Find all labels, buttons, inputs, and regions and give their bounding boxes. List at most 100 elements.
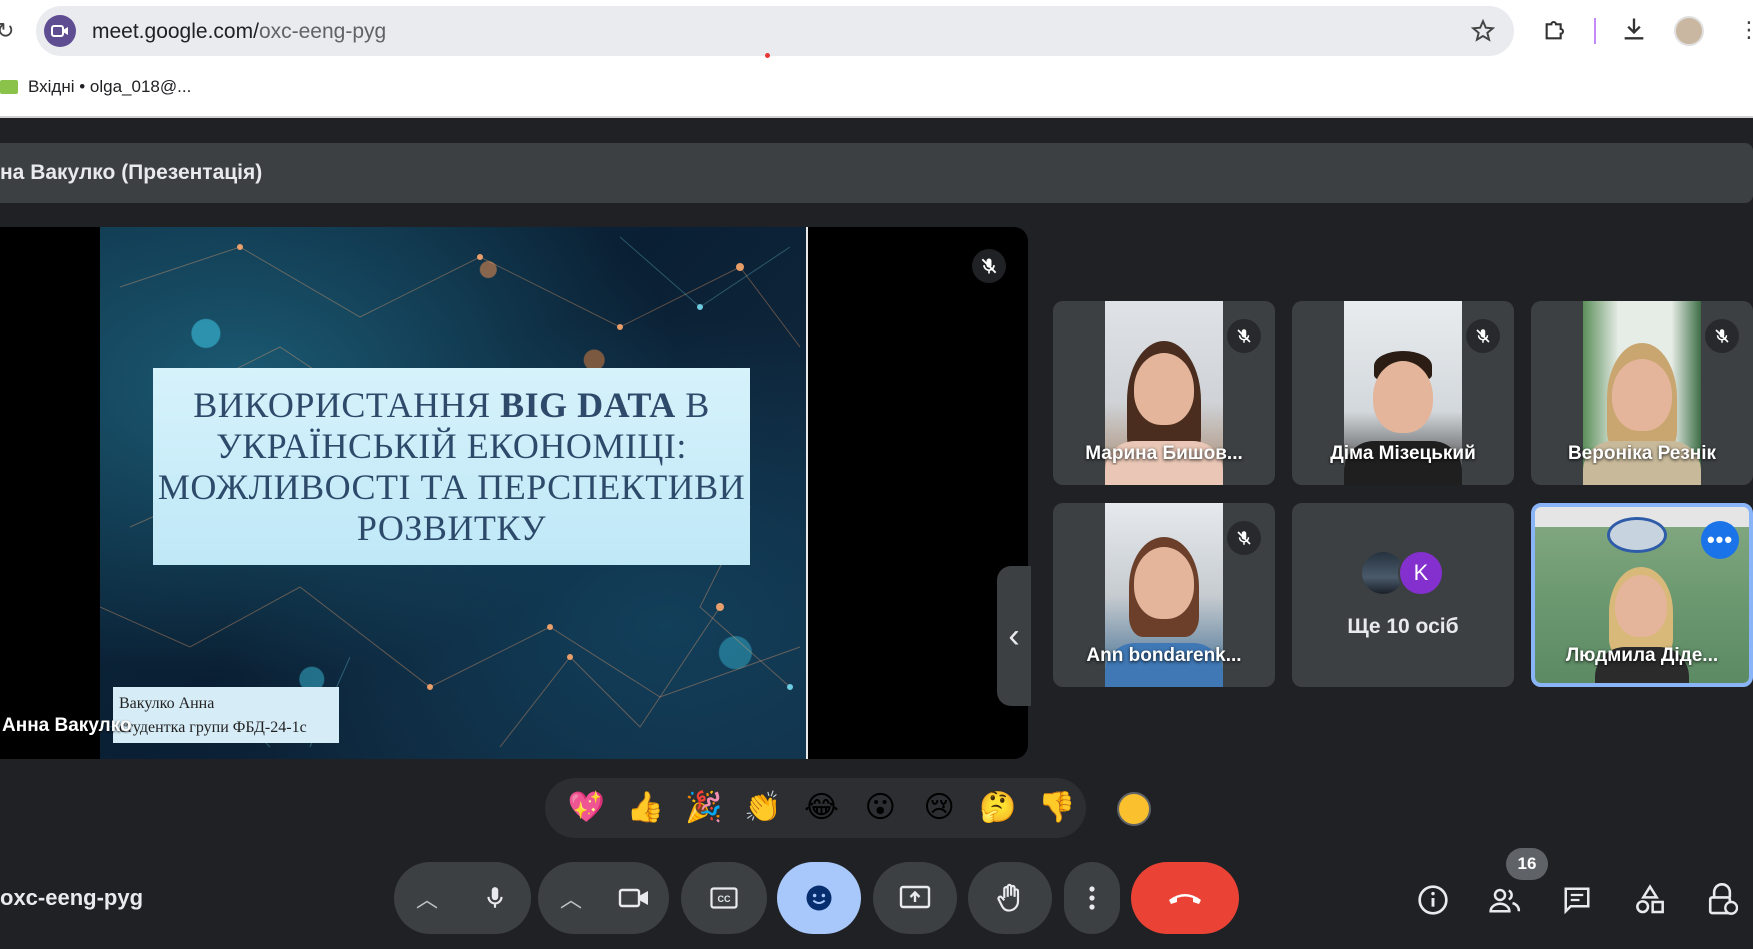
- activities-icon: [1636, 884, 1664, 914]
- reactions-button[interactable]: [777, 862, 861, 934]
- bookmark-label: Вхідні • olga_018@...: [28, 77, 192, 96]
- reaction-party-popper[interactable]: 🎉: [675, 778, 734, 838]
- download-icon[interactable]: [1620, 15, 1648, 48]
- chrome-menu-icon[interactable]: ⋮: [1738, 17, 1753, 43]
- reactions-bar: 💖 👍 🎉 👏 😂 😮 😢 🤔 👎: [545, 778, 1086, 838]
- info-icon: [1418, 885, 1448, 915]
- svg-text:CC: CC: [718, 894, 731, 904]
- participant-name: Діма Мізецький: [1330, 443, 1476, 464]
- present-screen-button[interactable]: [873, 862, 957, 934]
- toolbar-separator: [1594, 18, 1596, 44]
- participant-tile-active[interactable]: ••• Людмила Діде...: [1531, 503, 1753, 687]
- reaction-sparkling-heart[interactable]: 💖: [557, 778, 616, 838]
- participant-tile[interactable]: Вероніка Резнік: [1531, 301, 1753, 485]
- present-screen-icon: [899, 885, 931, 909]
- profile-avatar[interactable]: [1674, 16, 1704, 46]
- mic-off-icon: [1705, 319, 1739, 353]
- slide-title-box: ВИКОРИСТАННЯ BIG DATA В УКРАЇНСЬКІЙ ЕКОН…: [153, 368, 750, 565]
- end-call-icon: [1169, 894, 1201, 904]
- camera-options-chevron-icon[interactable]: ︿: [560, 882, 582, 914]
- slide-content: ВИКОРИСТАННЯ BIG DATA В УКРАЇНСЬКІЙ ЕКОН…: [100, 227, 806, 759]
- people-button[interactable]: [1485, 880, 1525, 920]
- chat-button[interactable]: [1557, 880, 1597, 920]
- participant-face: [1373, 361, 1433, 433]
- leave-call-button[interactable]: [1131, 862, 1239, 934]
- captions-button[interactable]: CC: [681, 862, 767, 934]
- presentation-bar: на Вакулко (Презентація): [0, 143, 1753, 203]
- url-host: meet.google.com/: [92, 20, 259, 43]
- reaction-crying[interactable]: 😢: [910, 778, 969, 838]
- activities-button[interactable]: [1630, 880, 1670, 920]
- camera-icon: [618, 888, 648, 908]
- slide-title-bold: BIG DATA: [500, 384, 676, 425]
- slide-author-name: Вакулко Анна: [119, 695, 215, 712]
- reaction-clapping[interactable]: 👏: [733, 778, 792, 838]
- reaction-surprised[interactable]: 😮: [851, 778, 910, 838]
- participant-name: Людмила Діде...: [1565, 645, 1719, 666]
- participant-name: Марина Бишов...: [1085, 443, 1243, 464]
- participant-tile[interactable]: Ann bondarenk...: [1053, 503, 1275, 687]
- meet-site-icon: [44, 15, 76, 47]
- slide-title: ВИКОРИСТАННЯ BIG DATA В УКРАЇНСЬКІЙ ЕКОН…: [153, 385, 750, 549]
- participant-tile[interactable]: Марина Бишов...: [1053, 301, 1275, 485]
- participant-tile[interactable]: Діма Мізецький: [1292, 301, 1514, 485]
- raise-hand-icon: [997, 883, 1020, 912]
- slide-author-box: Вакулко Анна студентка групи ФБД-24-1с: [113, 687, 339, 743]
- participant-name: Вероніка Резнік: [1567, 443, 1717, 464]
- microphone-button[interactable]: [459, 862, 531, 934]
- participant-avatar-letter: K: [1398, 550, 1444, 596]
- skin-tone-button[interactable]: [1117, 792, 1151, 826]
- participant-face: [1134, 547, 1194, 619]
- emblem-graphic: [1607, 517, 1667, 553]
- url-text: meet.google.com/oxc-eeng-pyg: [92, 20, 386, 44]
- url-path: oxc-eeng-pyg: [258, 20, 387, 43]
- more-options-button[interactable]: •••: [1701, 521, 1739, 559]
- reaction-joy[interactable]: 😂: [792, 778, 851, 838]
- mic-off-icon: [1227, 521, 1261, 555]
- reaction-thumbs-up[interactable]: 👍: [616, 778, 675, 838]
- more-vert-icon: [1089, 886, 1095, 910]
- participant-face: [1615, 575, 1667, 637]
- mic-off-icon: [972, 249, 1006, 283]
- participant-name: Ann bondarenk...: [1086, 645, 1242, 666]
- participant-count-badge: 16: [1506, 848, 1548, 880]
- slide-author-group: студентка групи ФБД-24-1с: [119, 719, 307, 736]
- chevron-left-icon: ‹: [1008, 616, 1020, 655]
- presentation-title: на Вакулко (Презентація): [0, 161, 263, 184]
- raise-hand-button[interactable]: [968, 862, 1052, 934]
- slide-title-part1: ВИКОРИСТАННЯ: [193, 384, 501, 425]
- meeting-code: oxc-eeng-pyg: [0, 885, 144, 910]
- camera-control-group: ︿: [538, 862, 669, 934]
- chrome-divider: [0, 116, 1753, 118]
- collapse-sidebar-button[interactable]: ‹: [997, 566, 1031, 706]
- host-controls-icon: [1708, 883, 1738, 915]
- mic-off-icon: [1466, 319, 1500, 353]
- camera-button[interactable]: [598, 862, 670, 934]
- host-controls-button[interactable]: [1702, 880, 1742, 920]
- more-participants-label: Ще 10 осіб: [1347, 615, 1459, 638]
- more-options-button[interactable]: [1064, 862, 1120, 934]
- presentation-tile[interactable]: ВИКОРИСТАННЯ BIG DATA В УКРАЇНСЬКІЙ ЕКОН…: [0, 227, 1028, 759]
- more-avatars: K: [1362, 550, 1444, 596]
- more-participants-tile[interactable]: K Ще 10 осіб: [1292, 503, 1514, 687]
- bookmark-inbox[interactable]: Вхідні • olga_018@...: [0, 74, 191, 100]
- people-icon: [1489, 888, 1521, 913]
- emoji-icon: [806, 885, 832, 911]
- participant-face: [1612, 359, 1672, 431]
- mic-control-group: ︿: [394, 862, 531, 934]
- recording-dot: [765, 53, 770, 58]
- mic-off-icon: [1227, 319, 1261, 353]
- mic-options-chevron-icon[interactable]: ︿: [416, 882, 438, 914]
- reload-icon[interactable]: ↻: [0, 18, 14, 44]
- gmail-bookmark-icon: [0, 80, 18, 94]
- reaction-thinking[interactable]: 🤔: [968, 778, 1027, 838]
- reaction-thumbs-down[interactable]: 👎: [1027, 778, 1086, 838]
- bookmark-star-icon[interactable]: [1470, 18, 1496, 49]
- meeting-details-button[interactable]: [1413, 880, 1453, 920]
- presenter-name: Анна Вакулко: [2, 715, 132, 736]
- participant-face: [1134, 353, 1194, 425]
- browser-chrome: ↻ meet.google.com/oxc-eeng-pyg ⋮ Вхідні …: [0, 0, 1753, 118]
- captions-icon: CC: [710, 887, 738, 909]
- extensions-icon[interactable]: [1542, 15, 1570, 48]
- address-bar[interactable]: meet.google.com/oxc-eeng-pyg: [36, 6, 1514, 56]
